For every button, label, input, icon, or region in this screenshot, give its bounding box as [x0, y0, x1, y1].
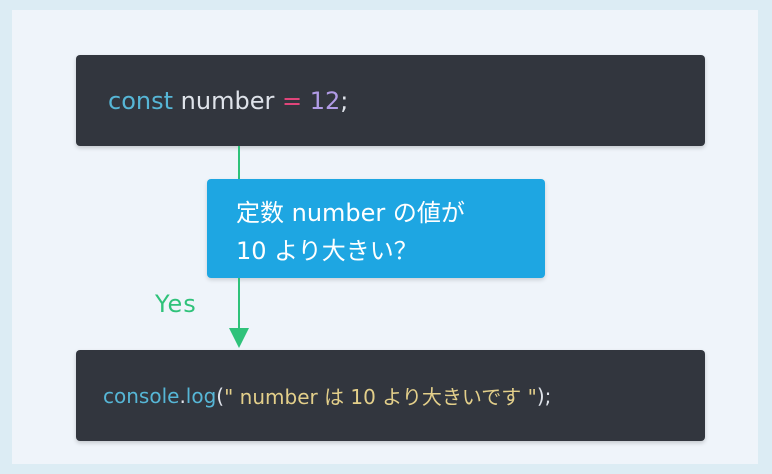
close-paren-semicolon: ); [536, 383, 552, 408]
open-paren: ( [216, 383, 225, 408]
code-block-console-log: console . log ( " number は 10 より大きいです " … [76, 350, 705, 441]
variable-name: number [180, 86, 275, 115]
assign-operator: = [281, 86, 303, 115]
console-object: console [103, 383, 180, 408]
number-literal: 12 [309, 86, 341, 115]
decision-line-2: 10 より大きい？ [236, 237, 418, 265]
keyword-const: const [108, 86, 174, 115]
log-method: log [185, 383, 217, 408]
flow-line-bottom [238, 278, 240, 330]
code-block-declaration: const number = 12 ; [76, 55, 705, 146]
flow-line-top [238, 146, 240, 179]
semicolon: ; [340, 86, 349, 115]
arrow-down-icon [229, 328, 249, 348]
yes-label: Yes [155, 290, 197, 318]
decision-line-1: 定数 number の値が [236, 199, 465, 227]
decision-box: 定数 number の値が 10 より大きい？ [207, 179, 545, 278]
string-literal: " number は 10 より大きいです " [224, 385, 537, 409]
